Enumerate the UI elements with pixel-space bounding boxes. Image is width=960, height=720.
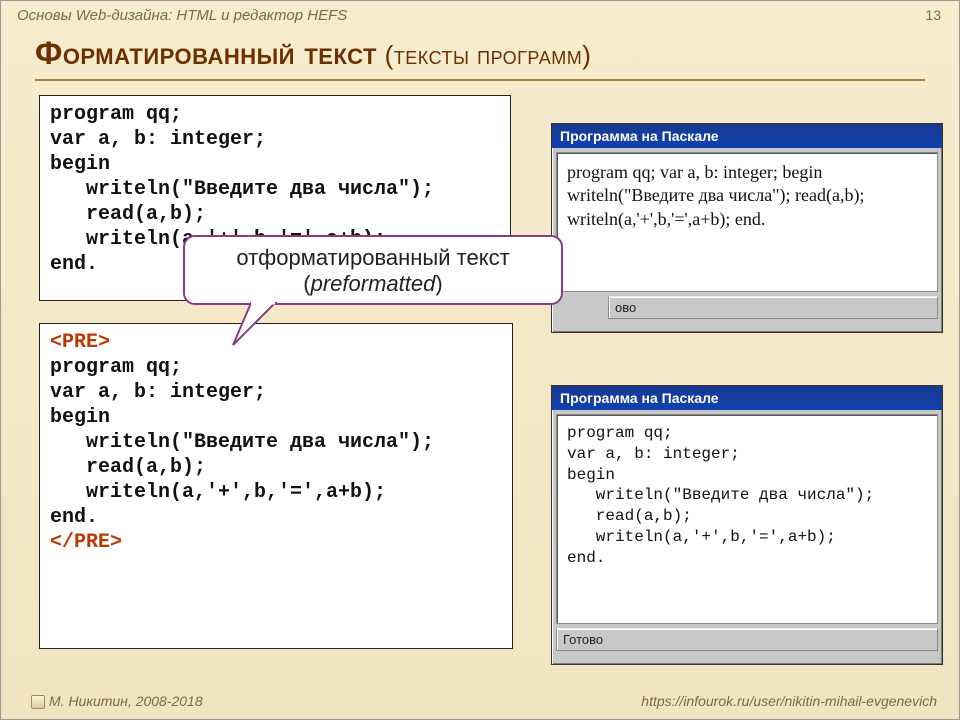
callout-line1: отформатированный текст — [193, 245, 553, 271]
title-underline — [35, 79, 925, 81]
breadcrumb: Основы Web-дизайна: HTML и редактор HEFS — [17, 7, 347, 24]
callout-line2: (preformatted) — [193, 271, 553, 297]
callout-box: отформатированный текст (preformatted) — [183, 235, 563, 305]
page-title: Форматированный текст (тексты программ) — [35, 35, 591, 72]
author-url: https://infourok.ru/user/nikitin-mihail-… — [641, 693, 937, 709]
slide: Основы Web-дизайна: HTML и редактор HEFS… — [0, 0, 960, 720]
window-title: Программа на Паскале — [552, 386, 942, 410]
status-bar: ово — [608, 296, 938, 319]
browser-window-preformatted: Программа на Паскале program qq; var a, … — [551, 385, 943, 665]
browser-window-unformatted: Программа на Паскале program qq; var a, … — [551, 123, 943, 333]
window-content: program qq; var a, b: integer; begin wri… — [556, 414, 938, 624]
pre-open-tag: <PRE> — [50, 331, 110, 354]
author-credit: М. Никитин, 2008-2018 — [31, 693, 203, 709]
title-sub: (тексты программ) — [377, 40, 591, 70]
pre-body: program qq; var a, b: integer; begin wri… — [50, 356, 434, 529]
pre-close-tag: </PRE> — [50, 531, 122, 554]
title-main: Форматированный текст — [35, 35, 377, 71]
page-number: 13 — [925, 7, 941, 23]
author-icon — [31, 695, 45, 709]
window-content: program qq; var a, b: integer; begin wri… — [556, 152, 938, 292]
status-bar: Готово — [556, 628, 938, 651]
window-title: Программа на Паскале — [552, 124, 942, 148]
callout-term: preformatted — [311, 271, 436, 296]
code-block-pre: <PRE> program qq; var a, b: integer; beg… — [39, 323, 513, 649]
